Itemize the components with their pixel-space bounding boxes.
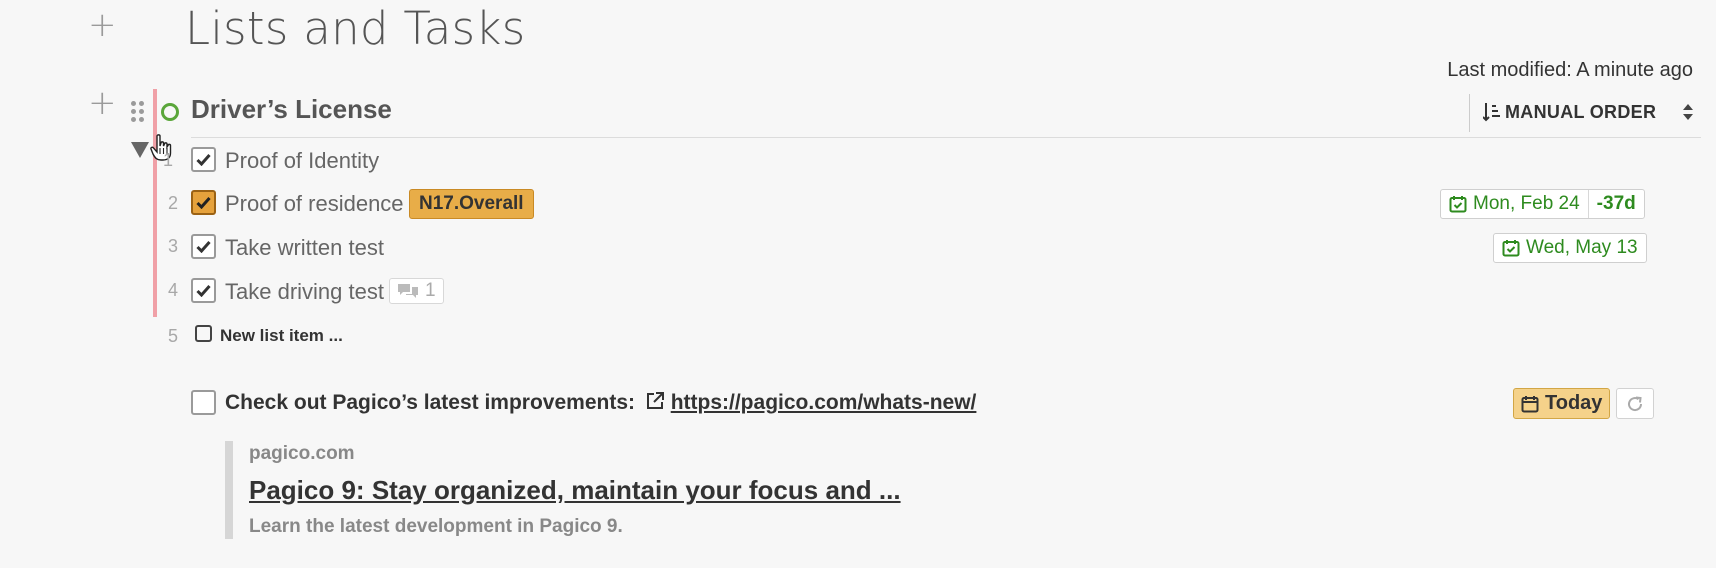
item-text[interactable]: Take driving test xyxy=(225,279,384,305)
days-remaining: -37d xyxy=(1596,193,1636,214)
new-item-input[interactable]: New list item ... xyxy=(220,326,343,346)
add-section-plus-icon[interactable]: + xyxy=(88,8,117,42)
due-date-text: Mon, Feb 24 xyxy=(1473,193,1580,214)
item-checkbox[interactable] xyxy=(191,234,216,259)
task-checkbox[interactable] xyxy=(191,390,216,415)
checkmark-icon xyxy=(196,197,211,209)
calendar-icon xyxy=(1521,395,1539,412)
checkmark-icon xyxy=(196,285,211,297)
sort-order-label[interactable]: MANUAL ORDER xyxy=(1505,102,1656,123)
task-title[interactable]: Check out Pagico’s latest improvements: … xyxy=(225,391,976,415)
drag-handle-icon[interactable] xyxy=(131,101,147,125)
repeat-button[interactable] xyxy=(1616,388,1654,419)
list-title[interactable]: Driver’s License xyxy=(191,94,392,125)
item-text[interactable]: Take written test xyxy=(225,235,384,261)
item-number: 2 xyxy=(167,193,178,213)
status-circle-icon[interactable] xyxy=(161,103,179,121)
item-checkbox[interactable] xyxy=(191,190,216,215)
add-item-plus-icon[interactable]: + xyxy=(88,86,117,120)
due-date-text: Wed, May 13 xyxy=(1526,237,1638,258)
refresh-icon xyxy=(1628,396,1643,411)
item-number: 3 xyxy=(167,236,178,256)
comment-badge[interactable]: 1 xyxy=(389,278,444,304)
calendar-check-icon xyxy=(1502,240,1520,257)
comment-icon xyxy=(398,283,418,298)
item-text[interactable]: Proof of residence xyxy=(225,191,404,217)
due-date-pill[interactable]: Mon, Feb 24 -37d xyxy=(1440,189,1645,219)
comment-count: 1 xyxy=(425,280,436,301)
task-text: Check out Pagico’s latest improvements: xyxy=(225,391,636,414)
checkmark-icon xyxy=(196,241,211,253)
preview-description: Learn the latest development in Pagico 9… xyxy=(249,516,623,537)
item-checkbox[interactable] xyxy=(191,147,216,172)
item-checkbox[interactable] xyxy=(191,278,216,303)
list-header-divider xyxy=(191,137,1701,138)
item-number: 5 xyxy=(167,326,178,346)
today-label: Today xyxy=(1545,392,1603,414)
sort-arrows-icon[interactable] xyxy=(1682,103,1694,126)
sort-divider xyxy=(1469,94,1470,132)
new-item-checkbox[interactable] xyxy=(195,325,212,342)
last-modified-label: Last modified: A minute ago xyxy=(1447,59,1693,81)
external-link-icon xyxy=(646,392,664,409)
item-tag[interactable]: N17.Overall xyxy=(409,189,534,219)
due-date-pill[interactable]: Wed, May 13 xyxy=(1493,233,1647,263)
task-link[interactable]: https://pagico.com/whats-new/ xyxy=(671,391,977,414)
list-color-bar xyxy=(153,89,157,317)
preview-domain: pagico.com xyxy=(249,443,355,464)
collapse-triangle-icon[interactable] xyxy=(131,142,149,158)
item-text[interactable]: Proof of Identity xyxy=(225,148,379,174)
checkmark-icon xyxy=(196,154,211,166)
preview-quote-bar xyxy=(225,441,233,539)
page-title: Lists and Tasks xyxy=(185,2,526,55)
calendar-check-icon xyxy=(1449,196,1467,213)
preview-title-link[interactable]: Pagico 9: Stay organized, maintain your … xyxy=(249,475,901,506)
sort-icon[interactable] xyxy=(1482,102,1501,127)
item-number: 1 xyxy=(162,150,173,170)
item-number: 4 xyxy=(167,280,178,300)
today-due-button[interactable]: Today xyxy=(1513,388,1611,419)
